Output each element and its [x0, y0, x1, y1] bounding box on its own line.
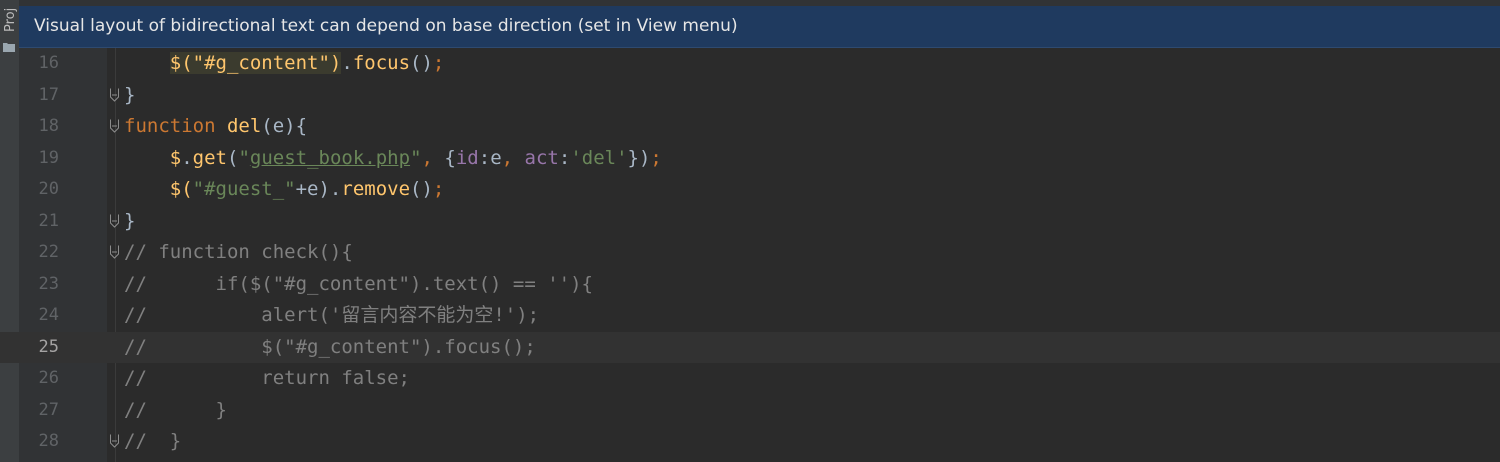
code-line-current[interactable]: 25 // $("#g_content").focus(); [0, 331, 1500, 364]
line-number[interactable]: 21 [19, 206, 59, 238]
code-line[interactable]: 26 // return false; [0, 363, 1500, 395]
code-token: $ [169, 146, 182, 169]
code-line[interactable]: 19 $.get("guest_book.php", {id:e, act:'d… [0, 143, 1500, 175]
code-comment[interactable]: // if($("#g_content").text() == ''){ [124, 269, 593, 301]
line-number[interactable]: 27 [19, 395, 59, 427]
code-token: ; [650, 146, 662, 169]
code-token: get [192, 146, 227, 169]
code-line[interactable]: 17 } [0, 80, 1500, 112]
code-token: focus [352, 52, 411, 74]
code-token: function [124, 115, 216, 137]
bidi-notification-banner: Visual layout of bidirectional text can … [19, 6, 1500, 48]
code-line[interactable]: 20 $("#guest_"+e).remove(); [0, 174, 1500, 206]
code-token: , [501, 146, 525, 169]
code-line[interactable]: 22 // function check(){ [0, 237, 1500, 269]
code-text[interactable]: $.get("guest_book.php", {id:e, act:'del'… [124, 143, 662, 175]
code-line[interactable]: 24 // alert('留言内容不能为空!'); [0, 300, 1500, 332]
line-number[interactable]: 19 [19, 143, 59, 175]
code-token: ( [227, 146, 239, 169]
code-token: { [444, 146, 456, 169]
code-token: act [524, 146, 559, 169]
code-token: (e){ [261, 115, 308, 137]
line-number[interactable]: 28 [19, 426, 59, 458]
code-comment[interactable]: // return false; [124, 363, 410, 395]
code-line[interactable]: 23 // if($("#g_content").text() == ''){ [0, 269, 1500, 301]
fold-end-icon[interactable] [109, 434, 120, 448]
line-number[interactable]: 25 [19, 332, 59, 364]
code-token: . [341, 52, 353, 74]
code-token: $( [169, 178, 193, 200]
code-text[interactable]: } [124, 206, 135, 238]
project-tool-label[interactable]: Proj [3, 0, 18, 32]
code-token: id [455, 146, 479, 169]
code-token: } [124, 209, 136, 232]
code-text[interactable]: function del(e){ [124, 111, 307, 143]
code-link[interactable]: guest_book.php [250, 147, 410, 169]
code-token: }) [627, 146, 651, 169]
code-line[interactable]: 28 // } [0, 426, 1500, 458]
code-token: "#guest_" [192, 178, 296, 200]
code-token: 'del' [570, 146, 628, 169]
code-token: , [421, 146, 445, 169]
code-token: ; [432, 178, 445, 200]
code-line[interactable]: 18 function del(e){ [0, 111, 1500, 143]
code-line[interactable]: 21 } [0, 206, 1500, 238]
line-number[interactable]: 17 [19, 80, 59, 112]
code-text[interactable]: $("#g_content").focus(); [124, 48, 444, 80]
code-token: " [410, 146, 422, 169]
code-token: () [410, 52, 433, 74]
code-text[interactable]: } [124, 80, 135, 112]
code-comment[interactable]: // alert('留言内容不能为空!'); [124, 300, 539, 332]
line-number[interactable]: 22 [19, 237, 59, 269]
code-token: () [410, 178, 433, 200]
banner-message: Visual layout of bidirectional text can … [34, 16, 738, 36]
code-comment[interactable]: // } [124, 426, 181, 458]
code-token: ; [432, 52, 445, 74]
fold-end-icon[interactable] [109, 88, 120, 102]
code-comment[interactable]: // } [124, 395, 227, 427]
code-text[interactable]: $("#guest_"+e).remove(); [124, 174, 445, 206]
code-token: : [558, 146, 571, 169]
line-number[interactable]: 24 [19, 300, 59, 332]
fold-end-icon[interactable] [109, 214, 120, 228]
code-token: del [226, 115, 262, 137]
code-line[interactable]: 27 // } [0, 395, 1500, 427]
fold-start-icon[interactable] [109, 245, 120, 259]
line-number[interactable]: 18 [19, 111, 59, 143]
code-comment[interactable]: // $("#g_content").focus(); [124, 332, 536, 364]
line-number[interactable]: 23 [19, 269, 59, 301]
code-token: . [181, 146, 193, 169]
code-comment[interactable]: // function check(){ [124, 237, 353, 269]
code-token: $("#g_content") [169, 52, 342, 74]
code-token: " [238, 146, 250, 169]
code-token: :e [478, 146, 502, 169]
code-token: } [124, 83, 136, 106]
code-line[interactable]: 16 $("#g_content").focus(); [0, 48, 1500, 80]
code-token: +e). [295, 178, 342, 200]
line-number[interactable]: 16 [19, 48, 59, 80]
code-token: remove [341, 178, 411, 200]
fold-start-icon[interactable] [109, 119, 120, 133]
line-number[interactable]: 26 [19, 363, 59, 395]
line-number[interactable]: 20 [19, 174, 59, 206]
